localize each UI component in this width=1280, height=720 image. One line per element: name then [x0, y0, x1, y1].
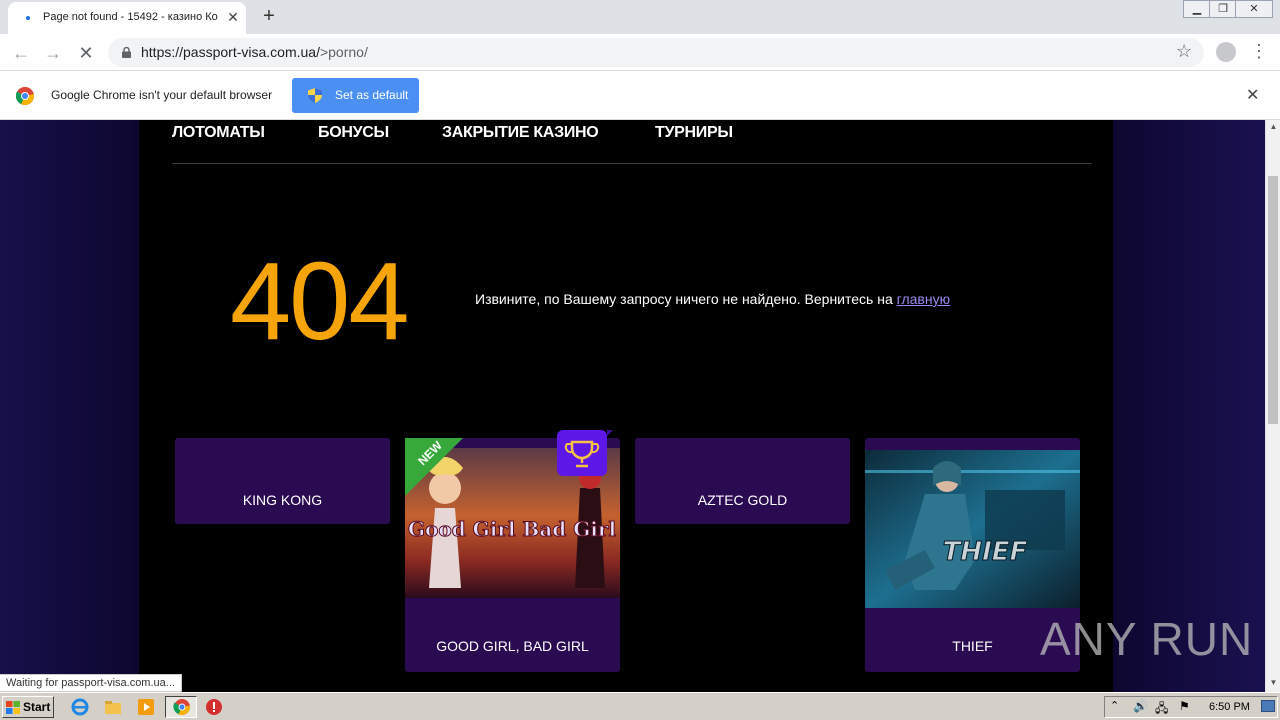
vertical-scrollbar[interactable]: ▲ ▼	[1265, 120, 1280, 692]
scrollbar-thumb[interactable]	[1268, 176, 1278, 424]
tray-expand-icon[interactable]: ⌃	[1110, 699, 1119, 712]
bookmark-star-icon[interactable]: ☆	[1176, 41, 1192, 62]
media-player-icon[interactable]	[137, 698, 155, 716]
chrome-menu-icon[interactable]: ⋮	[1250, 40, 1268, 64]
svg-text:THIEF: THIEF	[943, 537, 1028, 567]
scroll-down-arrow-icon[interactable]: ▼	[1266, 678, 1280, 687]
page-viewport: ЛОТОМАТЫ БОНУСЫ ЗАКРЫТИЕ КАЗИНО ТУРНИРЫ …	[0, 120, 1265, 692]
loading-spinner-icon	[26, 16, 30, 20]
status-bubble: Waiting for passport-visa.com.ua...	[0, 674, 182, 692]
nav-item-turniry[interactable]: ТУРНИРЫ	[655, 124, 733, 142]
nav-item-zakrytie-kazino[interactable]: ЗАКРЫТИЕ КАЗИНО	[442, 124, 599, 142]
game-thumbnail: THIEF	[865, 450, 1080, 608]
tab-close-icon[interactable]: ✕	[225, 9, 241, 25]
tab-title: Page not found - 15492 - казино Ко	[43, 11, 218, 23]
tab-strip: Page not found - 15492 - казино Ко ✕ + ▁…	[0, 0, 1280, 34]
stop-loading-button[interactable]: ✕	[75, 42, 97, 64]
game-card-good-girl-bad-girl[interactable]: Good Girl Bad Girl NEW GOOD GIRL, BAD GI…	[405, 430, 620, 672]
set-as-default-button[interactable]: Set as default	[292, 78, 419, 113]
site-nav: ЛОТОМАТЫ БОНУСЫ ЗАКРЫТИЕ КАЗИНО ТУРНИРЫ	[172, 120, 1092, 164]
error-code: 404	[230, 240, 410, 363]
close-window-button[interactable]: ✕	[1235, 0, 1273, 18]
network-icon[interactable]: 🖧	[1155, 699, 1168, 720]
taskbar: Start ⌃ 🔊 🖧 ⚑ 6:50 PM	[0, 692, 1280, 720]
profile-avatar[interactable]	[1216, 42, 1236, 62]
chrome-icon	[173, 699, 191, 715]
start-label: Start	[23, 700, 51, 714]
forward-button[interactable]: →	[42, 42, 64, 64]
infobar-message: Google Chrome isn't your default browser	[51, 88, 273, 102]
stop-sign-icon[interactable]	[205, 698, 223, 716]
start-button[interactable]: Start	[2, 696, 54, 718]
trophy-icon	[557, 430, 613, 476]
game-title: KING KONG	[242, 492, 323, 508]
minimize-button[interactable]: ▁	[1183, 0, 1211, 18]
error-message: Извините, по Вашему запросу ничего не на…	[475, 291, 950, 307]
error-text: Извините, по Вашему запросу ничего не на…	[475, 291, 893, 307]
file-explorer-icon[interactable]	[104, 698, 122, 716]
system-tray: ⌃ 🔊 🖧 ⚑	[1104, 696, 1278, 718]
nav-item-bonusy[interactable]: БОНУСЫ	[318, 124, 389, 142]
url-text: https://passport-visa.com.ua/>porno/	[141, 44, 368, 60]
home-link[interactable]: главную	[897, 291, 950, 307]
taskbar-clock: 6:50 PM	[1209, 701, 1250, 713]
browser-toolbar: ← → ✕ https://passport-visa.com.ua/>porn…	[0, 34, 1280, 71]
game-card-king-kong[interactable]: KING KONG	[175, 438, 390, 524]
scroll-up-arrow-icon[interactable]: ▲	[1266, 122, 1280, 131]
back-button[interactable]: ←	[10, 42, 32, 64]
address-bar[interactable]: https://passport-visa.com.ua/>porno/ ☆	[108, 38, 1204, 67]
action-center-flag-icon[interactable]: ⚑	[1179, 699, 1190, 713]
browser-tab[interactable]: Page not found - 15492 - казино Ко ✕	[8, 2, 246, 34]
new-badge: NEW	[405, 438, 463, 496]
windows-flag-icon	[6, 701, 20, 714]
chrome-taskbar-button[interactable]	[165, 696, 197, 718]
default-browser-infobar: Google Chrome isn't your default browser…	[0, 71, 1280, 120]
new-tab-button[interactable]: +	[258, 6, 280, 28]
set-as-default-label: Set as default	[335, 88, 409, 102]
show-desktop-icon[interactable]	[1261, 700, 1275, 712]
volume-icon[interactable]: 🔊	[1133, 699, 1148, 713]
restore-button[interactable]: ❐	[1209, 0, 1237, 18]
internet-explorer-icon[interactable]	[71, 698, 89, 716]
infobar-close-icon[interactable]: ✕	[1246, 85, 1259, 105]
game-title: GOOD GIRL, BAD GIRL	[436, 638, 589, 654]
game-title: AZTEC GOLD	[697, 492, 788, 508]
shield-icon	[308, 88, 322, 103]
lock-icon	[122, 47, 131, 58]
game-card-aztec-gold[interactable]: AZTEC GOLD	[635, 438, 850, 524]
chrome-logo-icon	[16, 87, 34, 105]
anyrun-watermark: ANY RUN	[1040, 613, 1254, 665]
thumb-logo-text: Good Girl Bad Girl	[408, 517, 617, 541]
nav-item-lotomaty[interactable]: ЛОТОМАТЫ	[172, 124, 265, 142]
